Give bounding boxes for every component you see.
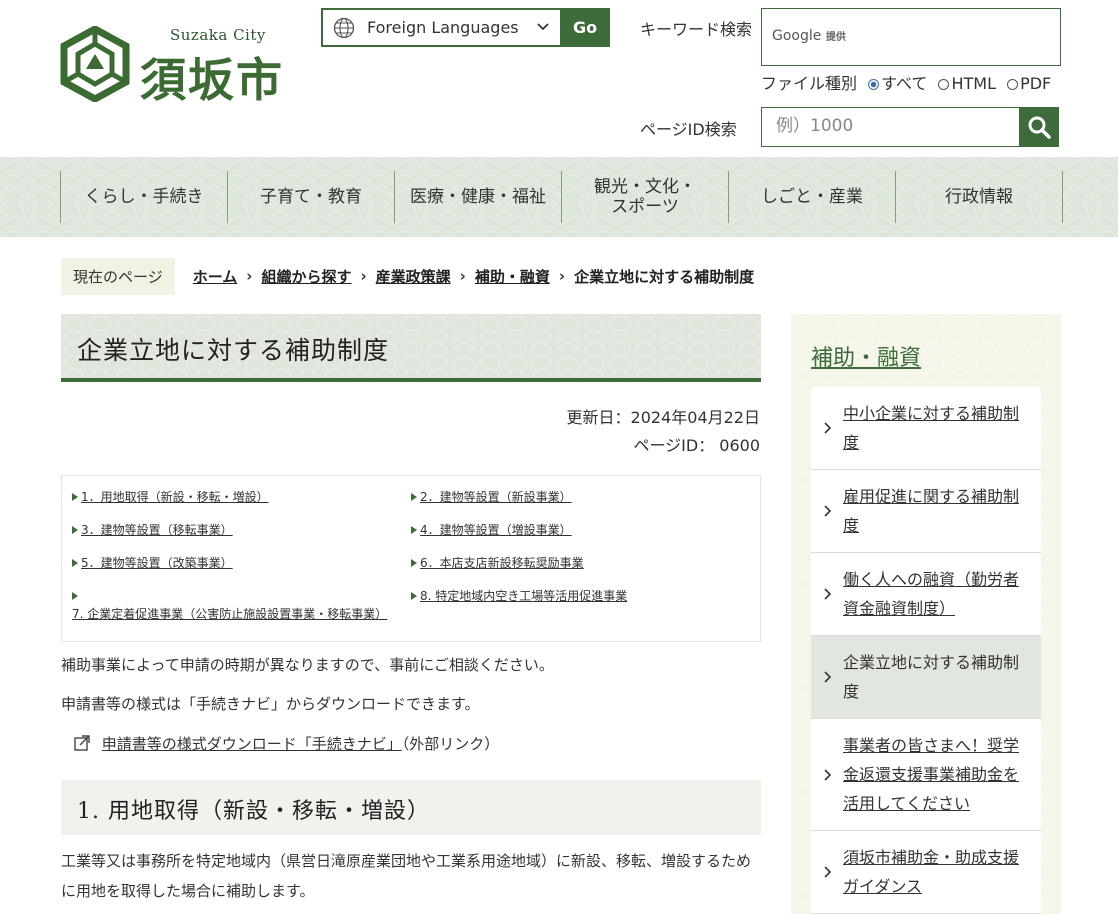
pageid-search-button[interactable] bbox=[1019, 107, 1059, 147]
table-of-contents: 1．用地取得（新設・移転・増設） 2．建物等設置（新設事業） 3．建物等設置（移… bbox=[61, 475, 761, 642]
filetype-radio-pdf[interactable] bbox=[1007, 79, 1019, 90]
filetype-radio-html[interactable] bbox=[938, 79, 950, 90]
toc-item[interactable]: 8. 特定地域内空き工場等活用促進事業 bbox=[411, 587, 627, 605]
filetype-all-label: すべて bbox=[881, 74, 928, 93]
pageid-search-label: ページID検索 bbox=[640, 120, 737, 139]
nav-item-health[interactable]: 医療・健康・福祉 bbox=[394, 171, 561, 223]
globe-icon bbox=[333, 17, 355, 39]
chevron-right-icon bbox=[824, 768, 832, 781]
pageid-search-box bbox=[761, 107, 1020, 147]
nav-item-government[interactable]: 行政情報 bbox=[895, 171, 1063, 223]
keyword-search-input[interactable]: Google 提供 bbox=[761, 8, 1061, 66]
side-nav-title[interactable]: 補助・融資 bbox=[811, 340, 921, 372]
body-paragraph: 申請書等の様式は「手続きナビ」からダウンロードできます。 bbox=[61, 695, 480, 713]
breadcrumb-org[interactable]: 組織から探す bbox=[261, 266, 351, 287]
external-link-row: 申請書等の様式ダウンロード「手続きナビ」（外部リンク） bbox=[73, 733, 499, 754]
filetype-html-label: HTML bbox=[951, 74, 996, 93]
filetype-pdf-label: PDF bbox=[1020, 74, 1052, 93]
logo-subtitle: Suzaka City bbox=[170, 26, 266, 44]
nav-item-living[interactable]: くらし・手続き bbox=[60, 171, 227, 223]
breadcrumb-current-page: 企業立地に対する補助制度 bbox=[574, 267, 755, 286]
filetype-label: ファイル種別 bbox=[761, 74, 858, 93]
side-nav-item[interactable]: 中小企業に対する補助制度 bbox=[811, 387, 1041, 470]
logo-name: 須坂市 bbox=[140, 53, 284, 107]
external-download-link[interactable]: 申請書等の様式ダウンロード「手続きナビ」 bbox=[102, 735, 402, 753]
site-logo[interactable]: Suzaka City 須坂市 bbox=[60, 24, 300, 110]
breadcrumb-separator: › bbox=[246, 267, 253, 285]
breadcrumb-current-label: 現在のページ bbox=[61, 257, 175, 295]
toc-item[interactable]: 5．建物等設置（改築事業） bbox=[72, 554, 233, 572]
external-link-suffix: （外部リンク） bbox=[401, 735, 500, 753]
side-nav: 補助・融資 中小企業に対する補助制度 雇用促進に関する補助制度 働く人への融資（… bbox=[791, 314, 1061, 914]
chevron-right-icon bbox=[824, 866, 832, 878]
section-heading: 1. 用地取得（新設・移転・増設） bbox=[77, 799, 430, 824]
page-title: 企業立地に対する補助制度 bbox=[77, 336, 390, 365]
side-nav-item[interactable]: 働く人への融資（勤労者資金融資制度） bbox=[811, 553, 1041, 636]
page-meta: 更新日：2024年04月22日 ページID： 0600 bbox=[567, 404, 760, 460]
chevron-right-icon bbox=[824, 505, 832, 517]
nav-item-tourism[interactable]: 観光・文化・ スポーツ bbox=[561, 171, 728, 223]
nav-item-business[interactable]: しごと・産業 bbox=[728, 171, 895, 223]
search-icon bbox=[1028, 116, 1051, 139]
side-nav-item[interactable]: 雇用促進に関する補助制度 bbox=[811, 470, 1041, 553]
language-select[interactable]: Foreign Languages bbox=[321, 8, 562, 47]
side-nav-item-current[interactable]: 企業立地に対する補助制度 bbox=[811, 636, 1041, 719]
side-nav-item[interactable]: 事業者の皆さまへ！奨学金返還支援事業補助金を活用してください bbox=[811, 719, 1041, 831]
breadcrumb-home[interactable]: ホーム bbox=[193, 266, 238, 287]
page-title-box: 企業立地に対する補助制度 bbox=[61, 314, 761, 382]
toc-item[interactable]: 3．建物等設置（移転事業） bbox=[72, 521, 233, 539]
page-id: ページID： 0600 bbox=[633, 436, 760, 455]
breadcrumb: 現在のページ ホーム › 組織から探す › 産業政策課 › 補助・融資 › 企業立地に対… bbox=[61, 257, 755, 295]
keyword-search-label: キーワード検索 bbox=[640, 20, 753, 39]
toc-item[interactable]: 2．建物等設置（新設事業） bbox=[411, 488, 572, 506]
section-heading-box: 1. 用地取得（新設・移転・増設） bbox=[61, 780, 761, 835]
language-selector: Foreign Languages Go bbox=[321, 8, 610, 47]
go-button[interactable]: Go bbox=[560, 8, 610, 47]
nav-item-childcare[interactable]: 子育て・教育 bbox=[227, 171, 394, 223]
toc-item[interactable]: 1．用地取得（新設・移転・増設） bbox=[72, 488, 269, 506]
toc-item[interactable]: 7. 企業定着促進事業（公害防止施設設置事業・移転事業） bbox=[72, 587, 392, 623]
body-paragraph: 補助事業によって申請の時期が異なりますので、事前にご相談ください。 bbox=[61, 656, 554, 674]
google-branding: Google 提供 bbox=[772, 28, 846, 44]
chevron-right-icon bbox=[824, 422, 832, 434]
toc-item[interactable]: 6．本店支店新設移転奨励事業 bbox=[411, 554, 584, 572]
filetype-radio-all[interactable] bbox=[868, 79, 880, 90]
pageid-search-input[interactable] bbox=[762, 108, 1006, 144]
chevron-right-icon bbox=[824, 588, 832, 600]
language-select-value: Foreign Languages bbox=[367, 18, 519, 37]
breadcrumb-separator: › bbox=[459, 267, 466, 285]
side-nav-menu: 中小企業に対する補助制度 雇用促進に関する補助制度 働く人への融資（勤労者資金融… bbox=[811, 387, 1041, 914]
updated-date: 更新日：2024年04月22日 bbox=[566, 408, 760, 427]
breadcrumb-category[interactable]: 補助・融資 bbox=[475, 266, 550, 287]
chevron-right-icon bbox=[824, 671, 832, 683]
filetype-options: ファイル種別 すべて HTML PDF bbox=[761, 70, 1051, 94]
breadcrumb-separator: › bbox=[360, 267, 367, 285]
chevron-down-icon bbox=[537, 23, 549, 31]
breadcrumb-dept[interactable]: 産業政策課 bbox=[376, 266, 451, 287]
side-nav-item[interactable]: 須坂市補助金・助成支援ガイダンス bbox=[811, 831, 1041, 914]
section-paragraph: 工業等又は事務所を特定地域内（県営日滝原産業団地や工業系用途地域）に新設、移転、… bbox=[61, 852, 752, 900]
city-emblem-icon bbox=[60, 26, 130, 102]
global-nav: くらし・手続き 子育て・教育 医療・健康・福祉 観光・文化・ スポーツ しごと・産… bbox=[0, 157, 1118, 237]
toc-item[interactable]: 4．建物等設置（増設事業） bbox=[411, 521, 572, 539]
breadcrumb-separator: › bbox=[558, 267, 566, 285]
external-link-icon bbox=[74, 735, 90, 751]
